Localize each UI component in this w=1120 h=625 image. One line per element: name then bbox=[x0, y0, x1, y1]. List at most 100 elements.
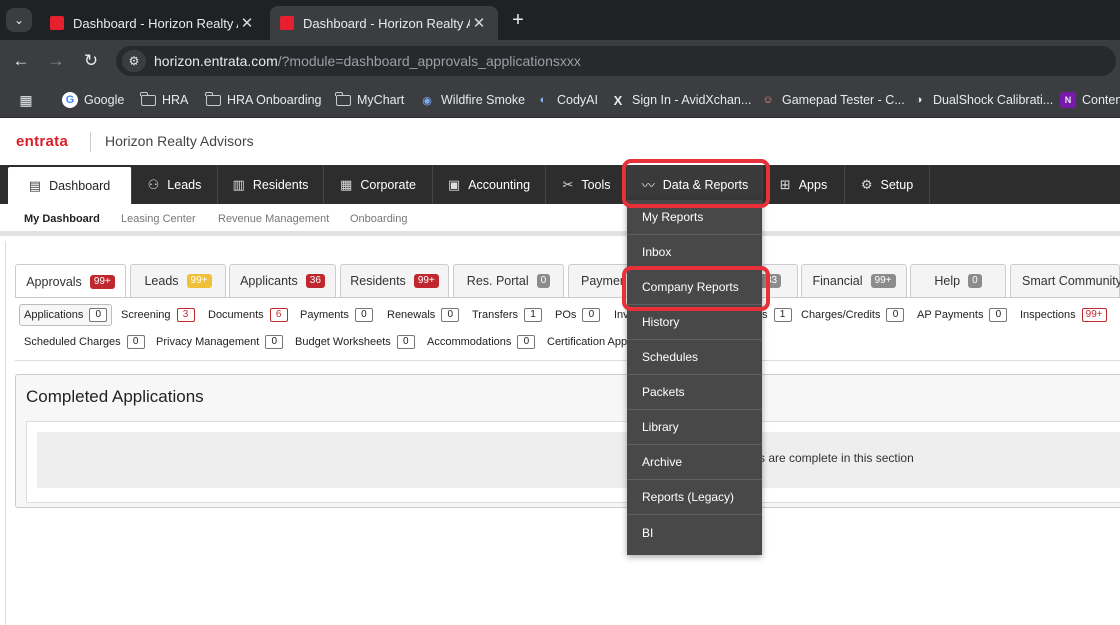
nav-dashboard[interactable]: ▤ Dashboard bbox=[8, 167, 132, 204]
highlight-data-reports bbox=[622, 159, 770, 208]
tab-financial[interactable]: Financial 99+ bbox=[801, 264, 907, 297]
bookmark-avidxchange[interactable]: X Sign In - AvidXchan... bbox=[610, 91, 752, 109]
nav-accounting[interactable]: ▣ Accounting bbox=[433, 165, 546, 204]
filter-applications[interactable]: Applications 0 bbox=[19, 304, 113, 326]
subnav-my-dashboard[interactable]: My Dashboard bbox=[24, 213, 100, 225]
menu-archive[interactable]: Archive bbox=[627, 445, 762, 480]
bookmark-wildfire-smoke[interactable]: ◉ Wildfire Smoke bbox=[419, 91, 525, 109]
menu-bi[interactable]: BI bbox=[627, 515, 762, 550]
filter-renewals[interactable]: Renewals 0 bbox=[387, 306, 460, 324]
gear-icon: ⚙ bbox=[860, 176, 873, 192]
browser-tab-active[interactable]: Dashboard - Horizon Realty Adv ✕ bbox=[270, 6, 498, 40]
count-badge: 99+ bbox=[870, 274, 896, 288]
bookmark-mychart[interactable]: MyChart bbox=[335, 91, 404, 109]
filter-transfers[interactable]: Transfers 1 bbox=[472, 306, 543, 324]
google-icon: G bbox=[62, 92, 78, 108]
tools-icon: ✂ bbox=[562, 176, 574, 192]
clipboard-icon: ▤ bbox=[28, 177, 42, 193]
filter-pos[interactable]: POs 0 bbox=[555, 306, 601, 324]
entrata-favicon-icon bbox=[50, 16, 64, 30]
address-bar[interactable]: ⚙ horizon.entrata.com/?module=dashboard_… bbox=[116, 46, 1116, 76]
divider bbox=[90, 132, 91, 152]
empty-state-message: s are complete in this section bbox=[759, 451, 914, 465]
tab-smart-community[interactable]: Smart Community bbox=[1010, 264, 1120, 297]
nav-residents[interactable]: ▥ Residents bbox=[218, 165, 324, 204]
completed-applications-panel: Completed Applications bbox=[15, 374, 1120, 508]
count-badge: 99+ bbox=[413, 274, 439, 288]
folder-icon bbox=[140, 91, 156, 106]
menu-schedules[interactable]: Schedules bbox=[627, 340, 762, 375]
globe-icon: ◉ bbox=[422, 94, 432, 107]
divider bbox=[15, 297, 1120, 298]
people-icon: ⚇ bbox=[147, 176, 160, 192]
menu-packets[interactable]: Packets bbox=[627, 375, 762, 410]
menu-reports-legacy[interactable]: Reports (Legacy) bbox=[627, 480, 762, 515]
bookmark-google[interactable]: G Google bbox=[62, 91, 124, 109]
tab-leads[interactable]: Leads 99+ bbox=[130, 264, 226, 297]
filter-budget-worksheets[interactable]: Budget Worksheets 0 bbox=[295, 333, 415, 351]
company-name: Horizon Realty Advisors bbox=[105, 133, 254, 149]
count-badge: 0 bbox=[536, 274, 551, 288]
highlight-company-reports bbox=[622, 266, 770, 311]
subnav-leasing-center[interactable]: Leasing Center bbox=[121, 213, 196, 225]
url-text[interactable]: horizon.entrata.com/?module=dashboard_ap… bbox=[154, 53, 581, 69]
onenote-icon: N bbox=[1060, 92, 1076, 108]
count-badge: 0 bbox=[968, 274, 982, 288]
filter-screening[interactable]: Screening 3 bbox=[121, 306, 195, 324]
tab-search-chevron-icon[interactable]: ⌄ bbox=[6, 8, 32, 32]
nav-apps[interactable]: ⊞ Apps bbox=[763, 165, 845, 204]
x-logo-icon: X bbox=[613, 92, 623, 108]
filter-privacy-management[interactable]: Privacy Management 0 bbox=[156, 333, 284, 351]
count-badge: 36 bbox=[305, 274, 325, 288]
bookmark-hra[interactable]: HRA bbox=[140, 91, 188, 109]
subnav-onboarding[interactable]: Onboarding bbox=[350, 213, 408, 225]
filter-accommodations[interactable]: Accommodations 0 bbox=[427, 333, 536, 351]
globe-icon: ◑ bbox=[915, 94, 923, 106]
new-tab-button[interactable]: + bbox=[506, 8, 530, 32]
filter-payments[interactable]: Payments 0 bbox=[300, 306, 373, 324]
bookmark-dualshock[interactable]: ◑ DualShock Calibrati... bbox=[911, 91, 1054, 109]
tab-residents[interactable]: Residents 99+ bbox=[340, 264, 449, 297]
apps-grid-icon[interactable]: ▦ bbox=[18, 91, 40, 109]
corporate-icon: ▦ bbox=[340, 176, 353, 192]
filter-scheduled-charges[interactable]: Scheduled Charges 0 bbox=[24, 333, 145, 351]
browser-tab[interactable]: Dashboard - Horizon Realty Adv ✕ bbox=[40, 6, 266, 40]
nav-corporate[interactable]: ▦ Corporate bbox=[324, 165, 433, 204]
calculator-icon: ▣ bbox=[447, 176, 461, 192]
folder-icon bbox=[205, 91, 221, 106]
bookmark-hra-onboarding[interactable]: HRA Onboarding bbox=[205, 91, 322, 109]
subnav-revenue-management[interactable]: Revenue Management bbox=[218, 213, 329, 225]
tab-approvals[interactable]: Approvals 99+ bbox=[15, 264, 126, 298]
count-badge: 99+ bbox=[89, 274, 115, 289]
bookmark-onenote[interactable]: N Conten bbox=[1060, 91, 1120, 109]
panel-title: Completed Applications bbox=[26, 387, 204, 406]
entrata-favicon-icon bbox=[280, 16, 294, 30]
tab-applicants[interactable]: Applicants 36 bbox=[229, 264, 336, 297]
bookmarks-bar: ▦ G Google HRA HRA Onboarding MyChart ◉ Wi… bbox=[0, 82, 1120, 118]
bookmark-gamepad-tester[interactable]: ☺ Gamepad Tester - C... bbox=[760, 91, 904, 109]
nav-setup[interactable]: ⚙ Setup bbox=[845, 165, 930, 204]
filter-ap-payments[interactable]: AP Payments 0 bbox=[917, 306, 1008, 324]
menu-library[interactable]: Library bbox=[627, 410, 762, 445]
entrata-logo[interactable]: entrata bbox=[16, 133, 68, 150]
filter-documents[interactable]: Documents 6 bbox=[208, 306, 288, 324]
close-tab-icon[interactable]: ✕ bbox=[470, 14, 488, 32]
reload-icon[interactable]: ↻ bbox=[79, 49, 103, 73]
filter-certification-approvals[interactable]: Certification Appr bbox=[547, 333, 631, 351]
browser-toolbar: ← → ↻ ⚙ horizon.entrata.com/?module=dash… bbox=[0, 40, 1120, 82]
filter-charges-credits[interactable]: Charges/Credits 0 bbox=[801, 306, 905, 324]
tab-res-portal[interactable]: Res. Portal 0 bbox=[453, 264, 564, 297]
tab-help[interactable]: Help 0 bbox=[910, 264, 1006, 297]
codyai-icon: ◐ bbox=[539, 94, 547, 106]
close-tab-icon[interactable]: ✕ bbox=[238, 14, 256, 32]
bookmark-codyai[interactable]: ◐ CodyAI bbox=[535, 91, 598, 109]
forward-icon[interactable]: → bbox=[44, 49, 68, 73]
nav-leads[interactable]: ⚇ Leads bbox=[132, 165, 218, 204]
back-icon[interactable]: ← bbox=[9, 49, 33, 73]
folder-icon bbox=[335, 91, 351, 106]
site-settings-icon[interactable]: ⚙ bbox=[122, 50, 146, 72]
apps-grid-icon: ⊞ bbox=[779, 176, 791, 192]
nav-tools[interactable]: ✂ Tools bbox=[546, 165, 628, 204]
filter-inspections[interactable]: Inspections 99+ bbox=[1020, 306, 1107, 324]
menu-inbox[interactable]: Inbox bbox=[627, 235, 762, 270]
